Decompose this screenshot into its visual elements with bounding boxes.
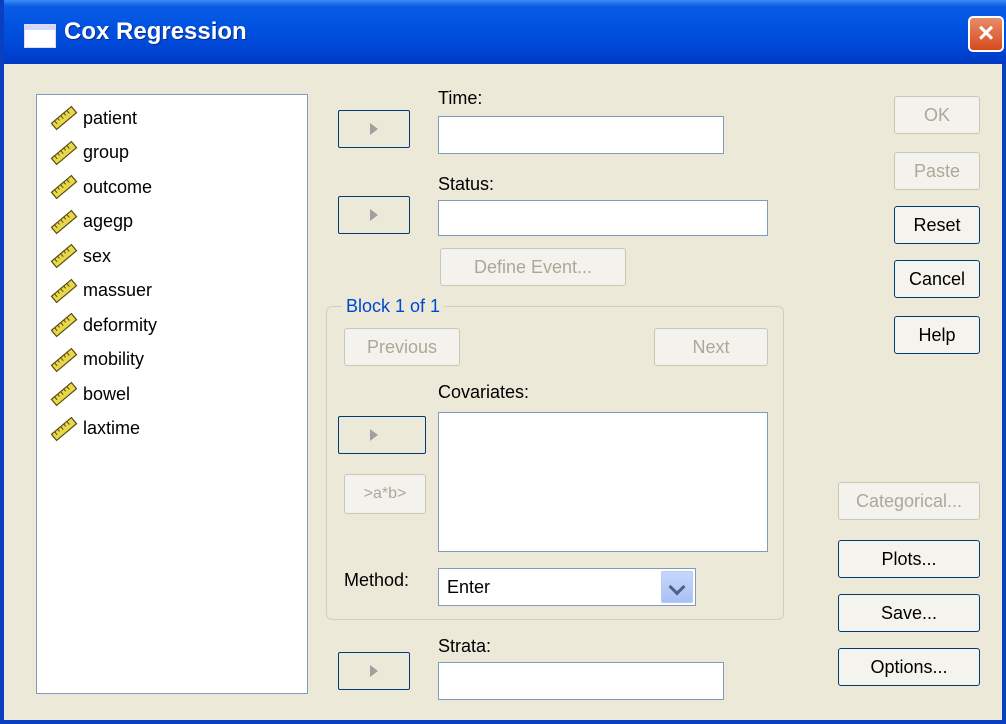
strata-field[interactable]	[438, 662, 724, 700]
title-bar: Cox Regression ×	[4, 0, 1006, 64]
list-item[interactable]: laxtime	[49, 414, 140, 444]
categorical-button[interactable]: Categorical...	[838, 482, 980, 520]
variable-label: agegp	[83, 211, 134, 231]
plots-button[interactable]: Plots...	[838, 540, 980, 578]
block-label: Block 1 of 1	[342, 296, 445, 317]
paste-button[interactable]: Paste	[894, 152, 980, 190]
list-item[interactable]: massuer	[49, 276, 152, 306]
ruler-scale-icon	[49, 379, 79, 409]
ruler-scale-icon	[49, 241, 79, 271]
list-item[interactable]: bowel	[49, 379, 130, 409]
interaction-button[interactable]: >a*b>	[344, 474, 426, 514]
method-value: Enter	[447, 577, 491, 597]
covariates-list[interactable]	[438, 412, 768, 552]
list-item[interactable]: outcome	[49, 172, 152, 202]
ruler-scale-icon	[49, 345, 79, 375]
list-item[interactable]: deformity	[49, 310, 157, 340]
strata-label: Strata:	[438, 636, 492, 656]
ruler-scale-icon	[49, 414, 79, 444]
window-icon	[24, 24, 56, 48]
ok-button[interactable]: OK	[894, 96, 980, 134]
variable-label: laxtime	[83, 418, 141, 438]
define-event-button[interactable]: Define Event...	[440, 248, 626, 286]
ruler-scale-icon	[49, 172, 79, 202]
time-label: Time:	[438, 88, 483, 108]
window-title: Cox Regression	[64, 18, 247, 45]
strata-move-button[interactable]	[338, 652, 410, 690]
variable-label: patient	[83, 107, 138, 128]
help-button[interactable]: Help	[894, 316, 980, 354]
variable-label: group	[83, 142, 130, 162]
list-item[interactable]: group	[49, 138, 129, 168]
reset-button[interactable]: Reset	[894, 206, 980, 244]
ruler-scale-icon	[49, 207, 79, 237]
list-item[interactable]: patient	[49, 103, 137, 133]
list-item[interactable]: sex	[49, 241, 111, 271]
variable-label: bowel	[83, 383, 131, 404]
next-button[interactable]: Next	[654, 328, 768, 366]
variable-label: outcome	[83, 176, 153, 197]
method-select[interactable]: Enter	[438, 568, 696, 606]
cox-regression-dialog: Cox Regression × patient group outcome ageg…	[0, 0, 1006, 724]
list-item[interactable]: agegp	[49, 207, 133, 237]
ruler-scale-icon	[49, 310, 79, 340]
time-field[interactable]	[438, 116, 724, 154]
variable-label: sex	[83, 245, 112, 266]
previous-button[interactable]: Previous	[344, 328, 460, 366]
variable-list[interactable]: patient group outcome agegp sex massuer deform…	[36, 94, 308, 694]
method-label: Method:	[344, 570, 410, 590]
close-button[interactable]: ×	[968, 16, 1004, 52]
ruler-scale-icon	[49, 138, 79, 168]
cancel-button[interactable]: Cancel	[894, 260, 980, 298]
status-label: Status:	[438, 174, 495, 194]
variable-label: massuer	[83, 280, 153, 300]
variable-label: deformity	[83, 314, 158, 335]
status-move-button[interactable]	[338, 196, 410, 234]
covariates-move-button[interactable]	[338, 416, 426, 454]
status-field[interactable]	[438, 200, 768, 236]
covariates-label: Covariates:	[438, 382, 530, 402]
chevron-down-icon[interactable]	[661, 571, 693, 603]
list-item[interactable]: mobility	[49, 345, 144, 375]
ruler-scale-icon	[49, 103, 79, 133]
variable-label: mobility	[83, 349, 145, 369]
save-button[interactable]: Save...	[838, 594, 980, 632]
ruler-scale-icon	[49, 276, 79, 306]
options-button[interactable]: Options...	[838, 648, 980, 686]
time-move-button[interactable]	[338, 110, 410, 148]
